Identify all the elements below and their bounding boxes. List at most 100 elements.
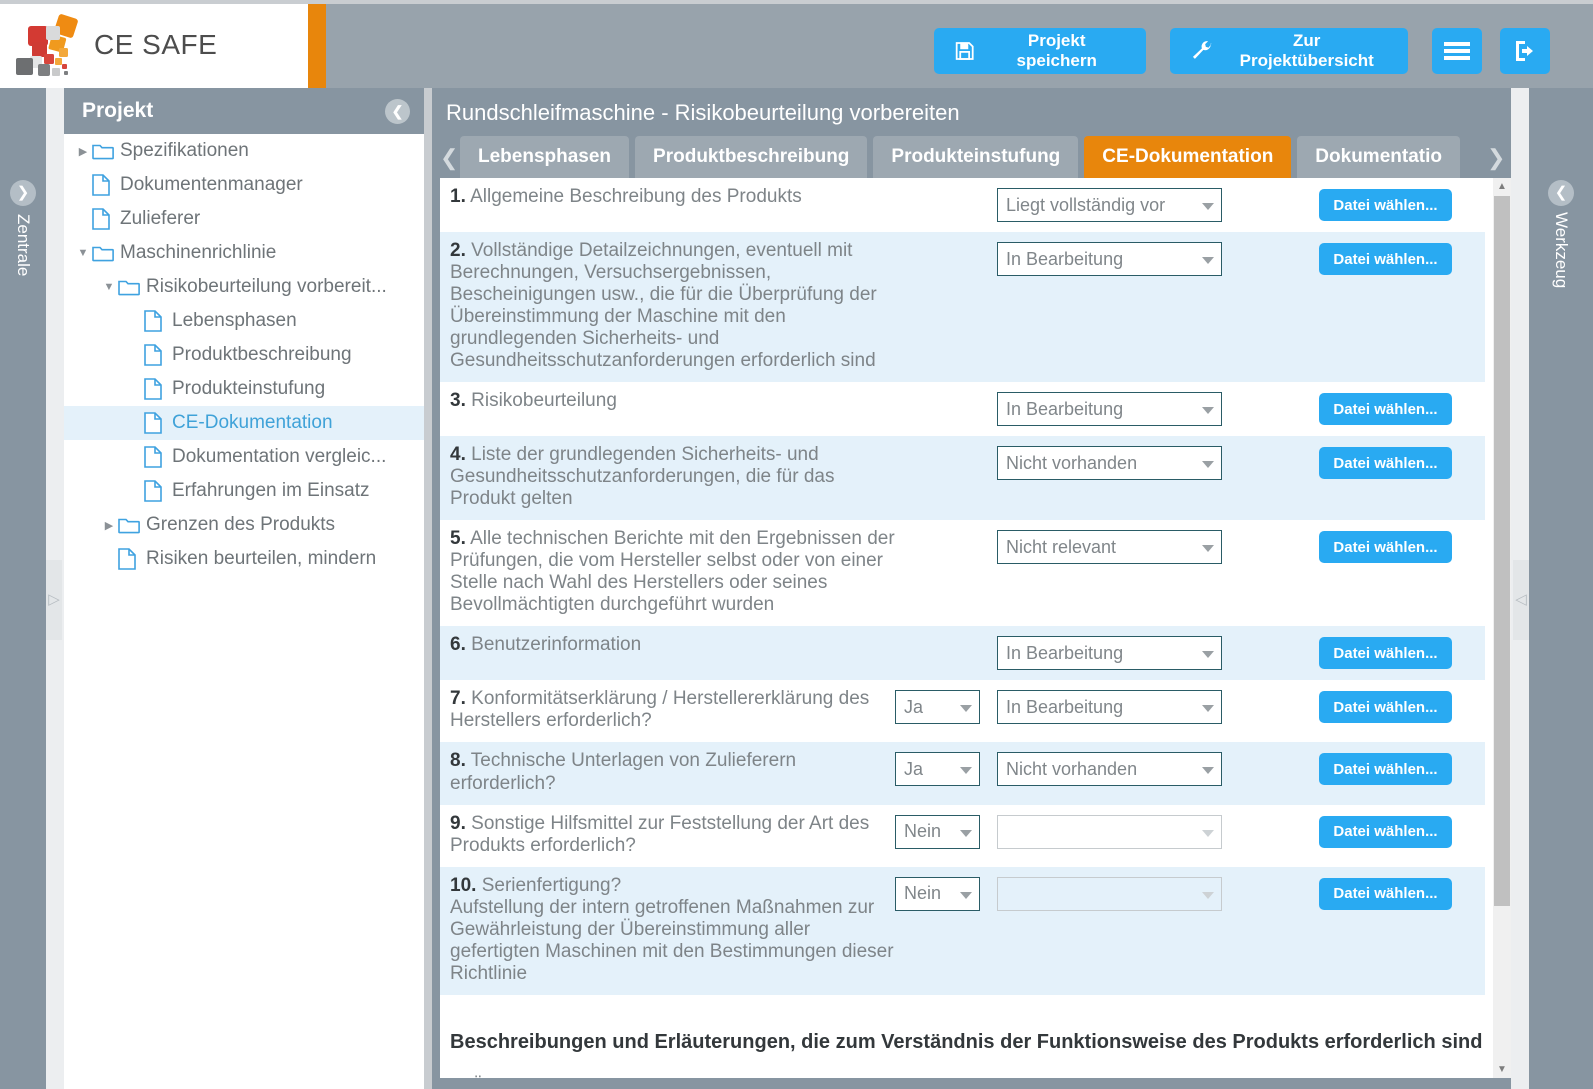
question-sublabel: Aufstellung der intern getroffenen Maßna… xyxy=(450,896,894,984)
choose-file-button[interactable]: Datei wählen... xyxy=(1319,189,1452,221)
yesno-dropdown[interactable]: Nein xyxy=(895,814,980,849)
file-slot: Datei wählen... xyxy=(1319,813,1469,848)
status-dropdown[interactable]: In Bearbeitung xyxy=(997,392,1222,427)
question-number: 2. xyxy=(450,240,466,261)
tab-scroll-left-icon[interactable]: ❮ xyxy=(440,144,458,172)
sidebar-item-lebensphasen[interactable]: Lebensphasen xyxy=(64,304,424,338)
status-dropdown[interactable]: Nicht vorhanden xyxy=(997,752,1222,787)
hamburger-icon xyxy=(1444,42,1470,60)
content-scrollbar[interactable]: ▲ ▼ xyxy=(1493,178,1511,1078)
sidebar-item-maschinenrichlinie[interactable]: ▼ Maschinenrichlinie xyxy=(64,236,424,270)
tab-produkteinstufung[interactable]: Produkteinstufung xyxy=(873,136,1079,178)
save-project-button[interactable]: Projekt speichern xyxy=(934,28,1146,74)
status-dropdown[interactable]: In Bearbeitung xyxy=(997,636,1222,671)
choose-file-button[interactable]: Datei wählen... xyxy=(1319,393,1452,426)
sidebar-item-risikobeurteilung-vorbereit[interactable]: ▼ Risikobeurteilung vorbereit... xyxy=(64,270,424,304)
question-label: Konformitätserklärung / Herstellererklär… xyxy=(450,688,870,732)
tree-caret-icon[interactable]: ▼ xyxy=(74,247,92,259)
yesno-dropdown-value: Ja xyxy=(904,758,924,779)
sidebar-item-dokumentation-vergleic[interactable]: Dokumentation vergleic... xyxy=(64,440,424,474)
scrollbar-thumb[interactable] xyxy=(1494,196,1510,906)
scroll-down-icon[interactable]: ▼ xyxy=(1493,1061,1511,1078)
project-panel-collapse-icon[interactable]: ❮ xyxy=(385,99,410,124)
status-dropdown-value: In Bearbeitung xyxy=(1006,642,1124,663)
choose-file-button[interactable]: Datei wählen... xyxy=(1319,815,1452,848)
sidebar-item-produkteinstufung[interactable]: Produkteinstufung xyxy=(64,372,424,406)
sidebar-item-dokumentenmanager[interactable]: Dokumentenmanager xyxy=(64,168,424,202)
right-rail-werkzeug[interactable]: ❮ Werkzeug xyxy=(1529,88,1593,1089)
right-rail-label: Werkzeug xyxy=(1552,212,1571,289)
choose-file-button[interactable]: Datei wählen... xyxy=(1319,447,1452,480)
status-dropdown[interactable]: In Bearbeitung xyxy=(997,690,1222,725)
left-rail-zentrale[interactable]: ❯ Zentrale xyxy=(0,88,46,1089)
sidebar-item-ce-dokumentation[interactable]: CE-Dokumentation xyxy=(64,406,424,440)
sidebar-item-erfahrungen-im-einsatz[interactable]: Erfahrungen im Einsatz xyxy=(64,474,424,508)
main-panel: Rundschleifmaschine - Risikobeurteilung … xyxy=(432,88,1511,1089)
folder-icon xyxy=(118,280,140,296)
status-dropdown[interactable]: Nicht relevant xyxy=(997,530,1222,565)
file-icon-wrap xyxy=(144,480,166,502)
choose-file-button[interactable]: Datei wählen... xyxy=(1319,753,1452,786)
file-slot: Datei wählen... xyxy=(1319,240,1469,275)
sidebar-item-spezifikationen[interactable]: ▶ Spezifikationen xyxy=(64,134,424,168)
chevron-down-icon xyxy=(1202,203,1214,210)
form-row: 10. Serienfertigung? Aufstellung der inte… xyxy=(440,866,1485,995)
yesno-slot xyxy=(895,186,987,188)
tree-caret-icon[interactable]: ▶ xyxy=(74,145,92,158)
folder-icon xyxy=(92,144,114,160)
chevron-down-icon xyxy=(1202,829,1214,837)
tab-ce-dokumentation[interactable]: CE-Dokumentation xyxy=(1084,136,1292,178)
choose-file-button[interactable]: Datei wählen... xyxy=(1319,243,1452,275)
file-icon xyxy=(144,446,162,468)
right-splitter-handle[interactable]: ◁ xyxy=(1513,560,1529,640)
sidebar-item-risiken-beurteilen-mindern[interactable]: Risiken beurteilen, mindern xyxy=(64,542,424,576)
sidebar-item-grenzen-des-produkts[interactable]: ▶ Grenzen des Produkts xyxy=(64,508,424,542)
file-slot: Datei wählen... xyxy=(1319,750,1469,786)
status-dropdown[interactable]: Nicht vorhanden xyxy=(997,446,1222,481)
sidebar-item-label: Lebensphasen xyxy=(172,310,297,331)
tab-produktbeschreibung[interactable]: Produktbeschreibung xyxy=(635,136,868,178)
left-splitter-handle[interactable]: ▷ xyxy=(46,560,62,640)
sidebar-item-label: Grenzen des Produkts xyxy=(146,514,336,535)
brand-logo[interactable]: CE SAFE xyxy=(14,12,304,80)
file-icon xyxy=(144,310,162,332)
tab-lebensphasen[interactable]: Lebensphasen xyxy=(460,136,630,178)
file-slot: Datei wählen... xyxy=(1319,1076,1469,1078)
choose-file-button[interactable]: Datei wählen... xyxy=(1319,877,1452,910)
choose-file-button[interactable]: Datei wählen... xyxy=(1319,691,1452,724)
chevron-down-icon xyxy=(1202,767,1214,775)
left-rail-expand-icon[interactable]: ❯ xyxy=(10,180,36,206)
tree-caret-icon[interactable]: ▼ xyxy=(100,281,118,293)
menu-button[interactable] xyxy=(1432,28,1482,74)
sidebar-item-label: Zulieferer xyxy=(120,208,201,229)
choose-file-button[interactable]: Datei wählen... xyxy=(1319,531,1452,564)
form-row: 5. Alle technischen Berichte mit den Erg… xyxy=(440,520,1485,627)
tab-scroll-right-icon[interactable]: ❯ xyxy=(1487,144,1505,172)
scroll-up-icon[interactable]: ▲ xyxy=(1493,178,1511,195)
sidebar-item-label: Erfahrungen im Einsatz xyxy=(172,480,370,501)
tree-caret-icon[interactable]: ▶ xyxy=(100,519,118,532)
choose-file-button[interactable]: Datei wählen... xyxy=(1319,637,1452,670)
right-rail-expand-icon[interactable]: ❮ xyxy=(1548,180,1574,206)
yesno-dropdown-value: Nein xyxy=(904,883,942,904)
chevron-down-icon xyxy=(960,891,972,899)
yesno-slot xyxy=(895,1076,987,1078)
yesno-dropdown[interactable]: Nein xyxy=(895,876,980,911)
status-dropdown[interactable]: In Bearbeitung xyxy=(997,242,1222,276)
folder-icon-wrap xyxy=(92,142,114,160)
form-row: 4. Liste der grundlegenden Sicherheits- … xyxy=(440,436,1485,521)
question-label: Vollständige Detailzeichnungen, eventuel… xyxy=(450,240,877,372)
status-slot xyxy=(997,813,1237,849)
tab-dokumentatio[interactable]: Dokumentatio xyxy=(1297,136,1460,178)
status-dropdown[interactable]: Liegt vollständig vor xyxy=(997,188,1222,222)
logout-button[interactable] xyxy=(1500,28,1550,74)
question-text: 7. Konformitätserklärung / Herstellererk… xyxy=(440,688,895,732)
yesno-dropdown[interactable]: Ja xyxy=(895,752,980,787)
sidebar-item-label: Spezifikationen xyxy=(120,140,249,161)
sidebar-item-zulieferer[interactable]: Zulieferer xyxy=(64,202,424,236)
sidebar-item-produktbeschreibung[interactable]: Produktbeschreibung xyxy=(64,338,424,372)
yesno-dropdown[interactable]: Ja xyxy=(895,690,980,725)
tab-label: Produktbeschreibung xyxy=(653,146,850,167)
yesno-slot: Nein xyxy=(895,813,987,849)
project-overview-button[interactable]: Zur Projektübersicht xyxy=(1170,28,1408,74)
